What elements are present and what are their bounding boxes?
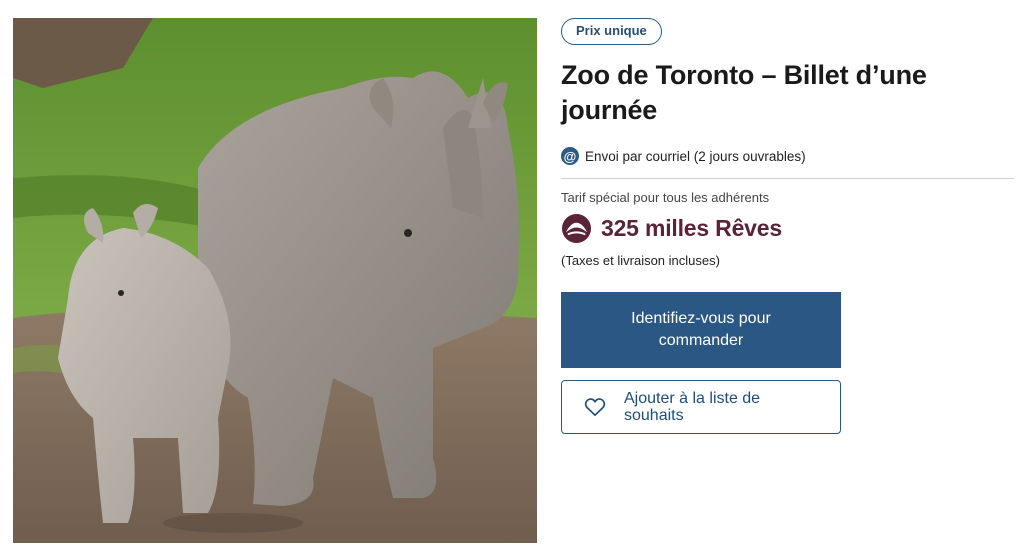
member-note: Tarif spécial pour tous les adhérents [561, 190, 770, 205]
login-to-order-button[interactable]: Identifiez-vous pour commander [561, 292, 841, 368]
add-to-wishlist-button[interactable]: Ajouter à la liste de souhaits [561, 380, 841, 434]
price-type-badge: Prix unique [561, 18, 662, 45]
price-row: 325 milles Rêves [561, 213, 1016, 244]
product-details: Prix unique Zoo de Toronto – Billet d’un… [561, 18, 1016, 434]
price: 325 milles Rêves [601, 215, 782, 241]
at-icon: @ [561, 147, 579, 165]
delivery-info: @ Envoi par courriel (2 jours ouvrables) [561, 147, 1016, 165]
delivery-text: Envoi par courriel (2 jours ouvrables) [585, 148, 806, 164]
dream-icon [561, 213, 592, 244]
product-image [13, 18, 537, 543]
heart-icon [584, 398, 606, 416]
divider [561, 178, 1014, 179]
wishlist-label: Ajouter à la liste de souhaits [624, 390, 761, 424]
tax-note: (Taxes et livraison incluses) [561, 253, 720, 268]
rhino-photo [13, 18, 537, 543]
product-title: Zoo de Toronto – Billet d’une journée [561, 60, 927, 125]
